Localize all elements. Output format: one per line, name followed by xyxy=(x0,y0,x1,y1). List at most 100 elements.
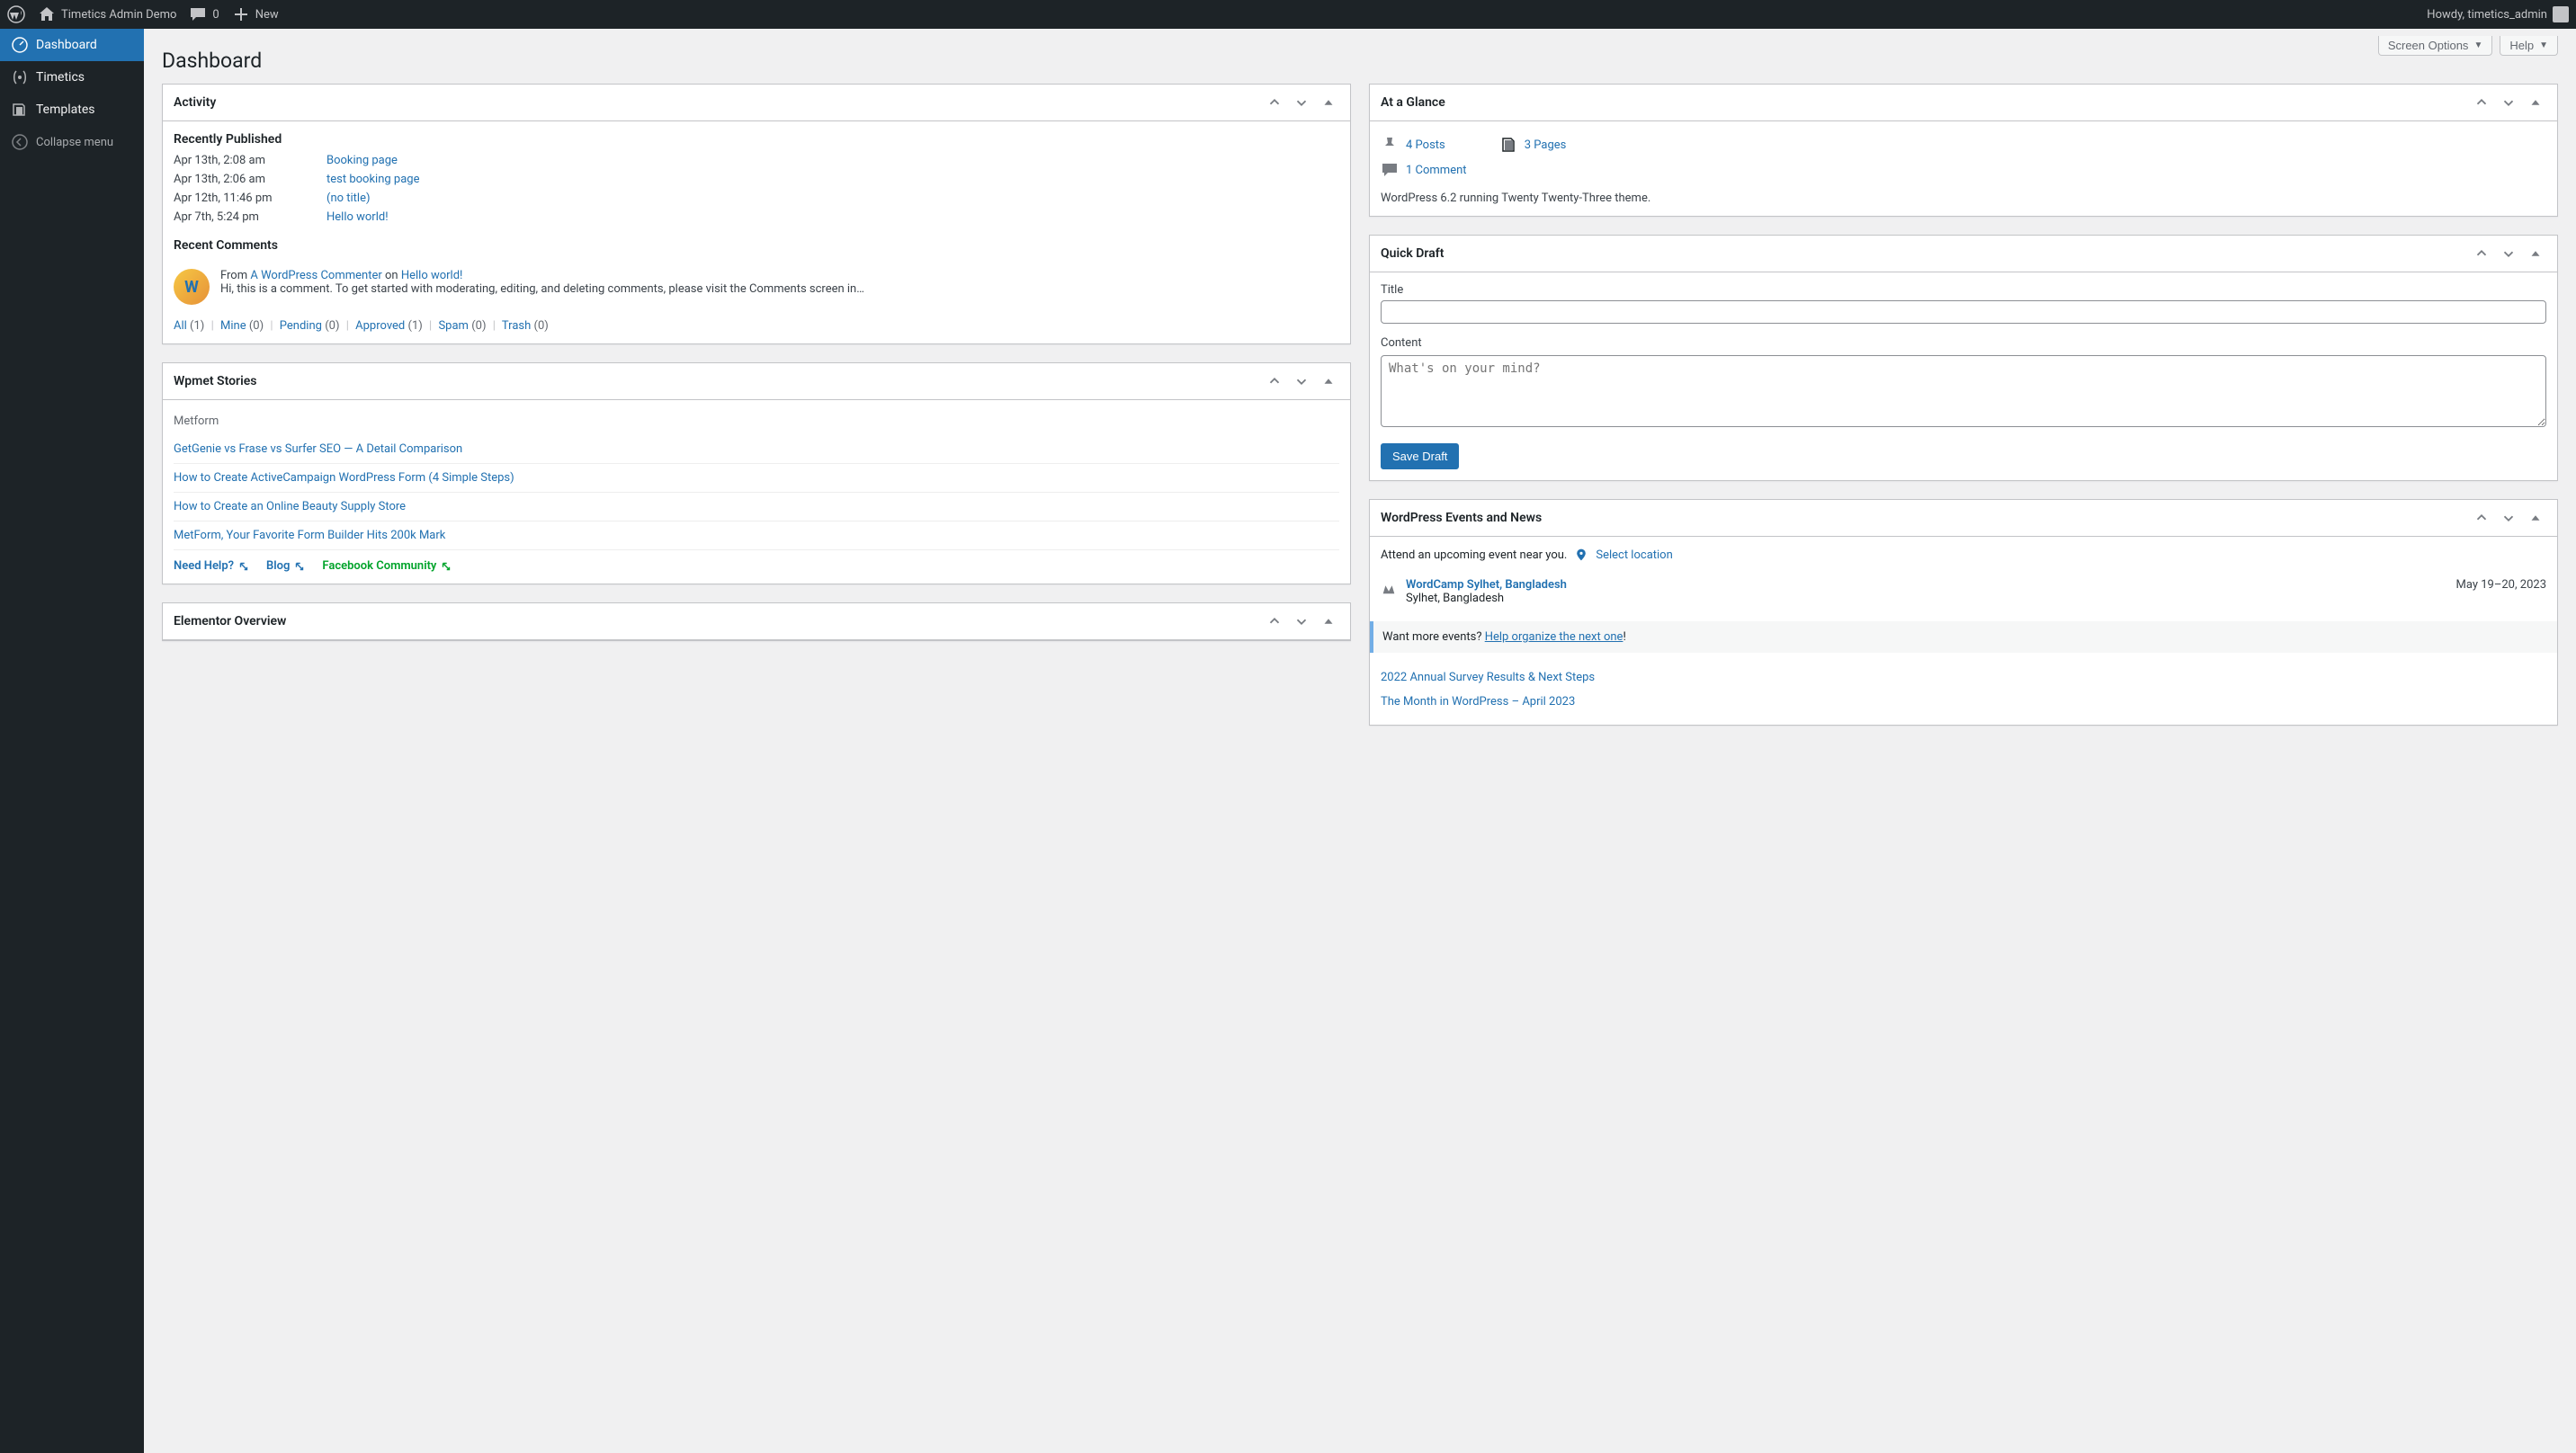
comments-link[interactable]: 1 Comment xyxy=(1406,164,1467,177)
pin-icon xyxy=(1381,136,1399,154)
need-help-link[interactable]: Need Help? xyxy=(174,559,250,573)
chevron-down-icon xyxy=(2500,94,2517,111)
published-row: Apr 13th, 2:06 am test booking page xyxy=(174,173,1339,186)
menu-dashboard[interactable]: Dashboard xyxy=(0,29,144,61)
timetics-icon xyxy=(11,68,29,86)
filter-pending[interactable]: Pending xyxy=(280,319,322,333)
story-link[interactable]: MetForm, Your Favorite Form Builder Hits… xyxy=(174,529,445,542)
triangle-up-icon xyxy=(1320,613,1337,629)
wp-logo[interactable] xyxy=(7,5,25,23)
triangle-up-icon xyxy=(2527,94,2544,111)
chevron-up-icon xyxy=(2473,94,2490,111)
chevron-down-icon: ▼ xyxy=(2539,40,2548,50)
filter-mine[interactable]: Mine xyxy=(220,319,246,333)
wordpress-icon xyxy=(7,5,25,23)
event-location: Sylhet, Bangladesh xyxy=(1406,592,2447,605)
wpmet-title: Wpmet Stories xyxy=(174,374,256,388)
story-link[interactable]: How to Create an Online Beauty Supply St… xyxy=(174,500,406,513)
published-row: Apr 12th, 11:46 pm (no title) xyxy=(174,192,1339,205)
published-link[interactable]: (no title) xyxy=(326,192,371,205)
chevron-up-icon xyxy=(1266,613,1283,629)
screen-options-button[interactable]: Screen Options ▼ xyxy=(2378,36,2493,56)
blog-link[interactable]: Blog xyxy=(266,559,306,573)
wpmet-stories-box: Wpmet Stories Metform GetGenie vs Frase … xyxy=(162,362,1351,584)
elementor-title: Elementor Overview xyxy=(174,614,286,628)
move-down-button[interactable] xyxy=(2498,507,2519,529)
event-name-link[interactable]: WordCamp Sylhet, Bangladesh xyxy=(1406,578,1567,592)
comments-count: 0 xyxy=(212,8,219,22)
story-link[interactable]: How to Create ActiveCampaign WordPress F… xyxy=(174,471,514,485)
filter-trash[interactable]: Trash xyxy=(502,319,531,333)
draft-content-textarea[interactable] xyxy=(1381,355,2546,427)
draft-title-input[interactable] xyxy=(1381,300,2546,324)
admin-sidebar: Dashboard Timetics Templates Collapse me… xyxy=(0,29,144,1453)
comment-item: W From A WordPress Commenter on Hello wo… xyxy=(174,260,1339,314)
menu-collapse[interactable]: Collapse menu xyxy=(0,126,144,158)
save-draft-button[interactable]: Save Draft xyxy=(1381,443,1459,469)
comment-post-link[interactable]: Hello world! xyxy=(401,269,463,282)
move-down-button[interactable] xyxy=(1291,370,1312,392)
site-link[interactable]: Timetics Admin Demo xyxy=(38,5,176,23)
story-link[interactable]: GetGenie vs Frase vs Surfer SEO — A Deta… xyxy=(174,442,462,456)
attend-text: Attend an upcoming event near you. xyxy=(1381,548,1567,562)
home-icon xyxy=(38,5,56,23)
menu-templates[interactable]: Templates xyxy=(0,94,144,126)
posts-link[interactable]: 4 Posts xyxy=(1406,138,1445,152)
move-up-button[interactable] xyxy=(1264,92,1285,113)
new-link[interactable]: New xyxy=(232,5,279,23)
published-row: Apr 7th, 5:24 pm Hello world! xyxy=(174,210,1339,224)
published-date: Apr 12th, 11:46 pm xyxy=(174,192,309,205)
help-button[interactable]: Help ▼ xyxy=(2500,36,2558,56)
filter-spam[interactable]: Spam xyxy=(438,319,469,333)
published-link[interactable]: test booking page xyxy=(326,173,419,186)
menu-label: Collapse menu xyxy=(36,136,113,149)
chevron-up-icon xyxy=(1266,373,1283,389)
move-down-button[interactable] xyxy=(1291,92,1312,113)
filter-approved[interactable]: Approved xyxy=(355,319,405,333)
menu-label: Dashboard xyxy=(36,38,97,52)
move-up-button[interactable] xyxy=(1264,370,1285,392)
chevron-down-icon xyxy=(1293,373,1310,389)
toggle-button[interactable] xyxy=(2525,243,2546,264)
page-title: Dashboard xyxy=(162,29,2558,84)
toggle-button[interactable] xyxy=(2525,92,2546,113)
published-date: Apr 13th, 2:08 am xyxy=(174,154,309,167)
comment-author-link[interactable]: A WordPress Commenter xyxy=(250,269,381,282)
move-up-button[interactable] xyxy=(1264,611,1285,632)
external-link-icon xyxy=(237,560,250,573)
triangle-up-icon xyxy=(1320,94,1337,111)
select-location-link[interactable]: Select location xyxy=(1596,548,1672,562)
toggle-button[interactable] xyxy=(1318,611,1339,632)
triangle-up-icon xyxy=(2527,510,2544,526)
toggle-button[interactable] xyxy=(1318,92,1339,113)
account-link[interactable]: Howdy, timetics_admin xyxy=(2427,6,2569,22)
chevron-up-icon xyxy=(1266,94,1283,111)
wp-version-text: WordPress 6.2 running Twenty Twenty-Thre… xyxy=(1381,183,2546,205)
move-up-button[interactable] xyxy=(2471,243,2492,264)
move-down-button[interactable] xyxy=(2498,243,2519,264)
move-up-button[interactable] xyxy=(2471,92,2492,113)
filter-all[interactable]: All xyxy=(174,319,187,333)
toggle-button[interactable] xyxy=(2525,507,2546,529)
comment-icon xyxy=(189,5,207,23)
want-more-prefix: Want more events? xyxy=(1382,630,1485,644)
comment-from: From xyxy=(220,269,247,282)
published-link[interactable]: Booking page xyxy=(326,154,398,167)
news-link[interactable]: The Month in WordPress – April 2023 xyxy=(1381,695,1575,709)
wordcamp-icon xyxy=(1381,580,1397,596)
menu-timetics[interactable]: Timetics xyxy=(0,61,144,94)
chevron-down-icon xyxy=(1293,613,1310,629)
comments-link[interactable]: 0 xyxy=(189,5,219,23)
move-up-button[interactable] xyxy=(2471,507,2492,529)
help-label: Help xyxy=(2509,39,2534,52)
templates-icon xyxy=(11,101,29,119)
news-link[interactable]: 2022 Annual Survey Results & Next Steps xyxy=(1381,671,1595,684)
avatar xyxy=(2553,6,2569,22)
move-down-button[interactable] xyxy=(2498,92,2519,113)
toggle-button[interactable] xyxy=(1318,370,1339,392)
pages-link[interactable]: 3 Pages xyxy=(1525,138,1567,152)
published-link[interactable]: Hello world! xyxy=(326,210,389,224)
facebook-community-link[interactable]: Facebook Community xyxy=(322,559,452,573)
move-down-button[interactable] xyxy=(1291,611,1312,632)
organize-link[interactable]: Help organize the next one xyxy=(1485,630,1623,644)
